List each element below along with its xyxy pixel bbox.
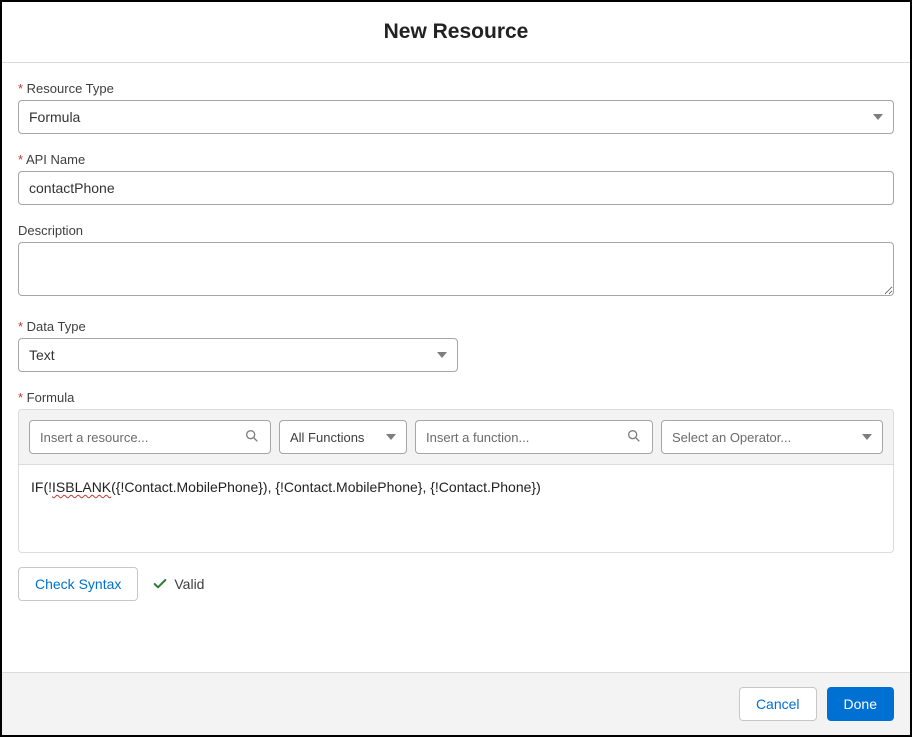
resource-type-value: Formula — [29, 109, 80, 125]
check-syntax-button[interactable]: Check Syntax — [18, 567, 138, 601]
formula-field: Formula Insert a resource... All Functio… — [18, 390, 894, 553]
modal-title: New Resource — [384, 20, 529, 43]
functions-filter-select[interactable]: All Functions — [279, 420, 407, 454]
check-icon — [152, 576, 168, 592]
description-input[interactable] — [18, 242, 894, 296]
chevron-down-icon — [873, 114, 883, 120]
insert-function-search[interactable]: Insert a function... — [415, 420, 653, 454]
insert-resource-search[interactable]: Insert a resource... — [29, 420, 271, 454]
syntax-row: Check Syntax Valid — [18, 567, 894, 601]
functions-filter-value: All Functions — [290, 430, 364, 445]
syntax-status: Valid — [152, 576, 204, 592]
formula-label: Formula — [18, 390, 894, 405]
chevron-down-icon — [386, 434, 396, 440]
data-type-field: Data Type Text — [18, 319, 894, 372]
done-button[interactable]: Done — [827, 687, 894, 721]
resource-type-field: Resource Type Formula — [18, 81, 894, 134]
formula-error-token: ISBLANK — [52, 479, 111, 495]
chevron-down-icon — [862, 434, 872, 440]
modal-footer: Cancel Done — [2, 672, 910, 735]
api-name-field: API Name — [18, 152, 894, 205]
formula-toolbar: Insert a resource... All Functions Inser… — [18, 409, 894, 465]
formula-editor[interactable]: IF(!ISBLANK({!Contact.MobilePhone}), {!C… — [18, 465, 894, 553]
description-field: Description — [18, 223, 894, 301]
formula-text-suffix: ({!Contact.MobilePhone}), {!Contact.Mobi… — [111, 479, 541, 495]
resource-type-label: Resource Type — [18, 81, 894, 96]
api-name-input[interactable] — [18, 171, 894, 205]
insert-function-placeholder: Insert a function... — [426, 430, 529, 445]
operator-select[interactable]: Select an Operator... — [661, 420, 883, 454]
insert-resource-placeholder: Insert a resource... — [40, 430, 148, 445]
search-icon — [626, 428, 642, 447]
data-type-value: Text — [29, 347, 55, 363]
syntax-status-text: Valid — [174, 576, 204, 592]
formula-text-prefix: IF(! — [31, 479, 52, 495]
new-resource-modal: New Resource Resource Type Formula API N… — [0, 0, 912, 737]
modal-body: Resource Type Formula API Name Descripti… — [2, 63, 910, 672]
chevron-down-icon — [437, 352, 447, 358]
description-label: Description — [18, 223, 894, 238]
operator-placeholder: Select an Operator... — [672, 430, 791, 445]
data-type-select[interactable]: Text — [18, 338, 458, 372]
search-icon — [244, 428, 260, 447]
modal-header: New Resource — [2, 2, 910, 63]
cancel-button[interactable]: Cancel — [739, 687, 817, 721]
data-type-label: Data Type — [18, 319, 894, 334]
resource-type-select[interactable]: Formula — [18, 100, 894, 134]
api-name-label: API Name — [18, 152, 894, 167]
